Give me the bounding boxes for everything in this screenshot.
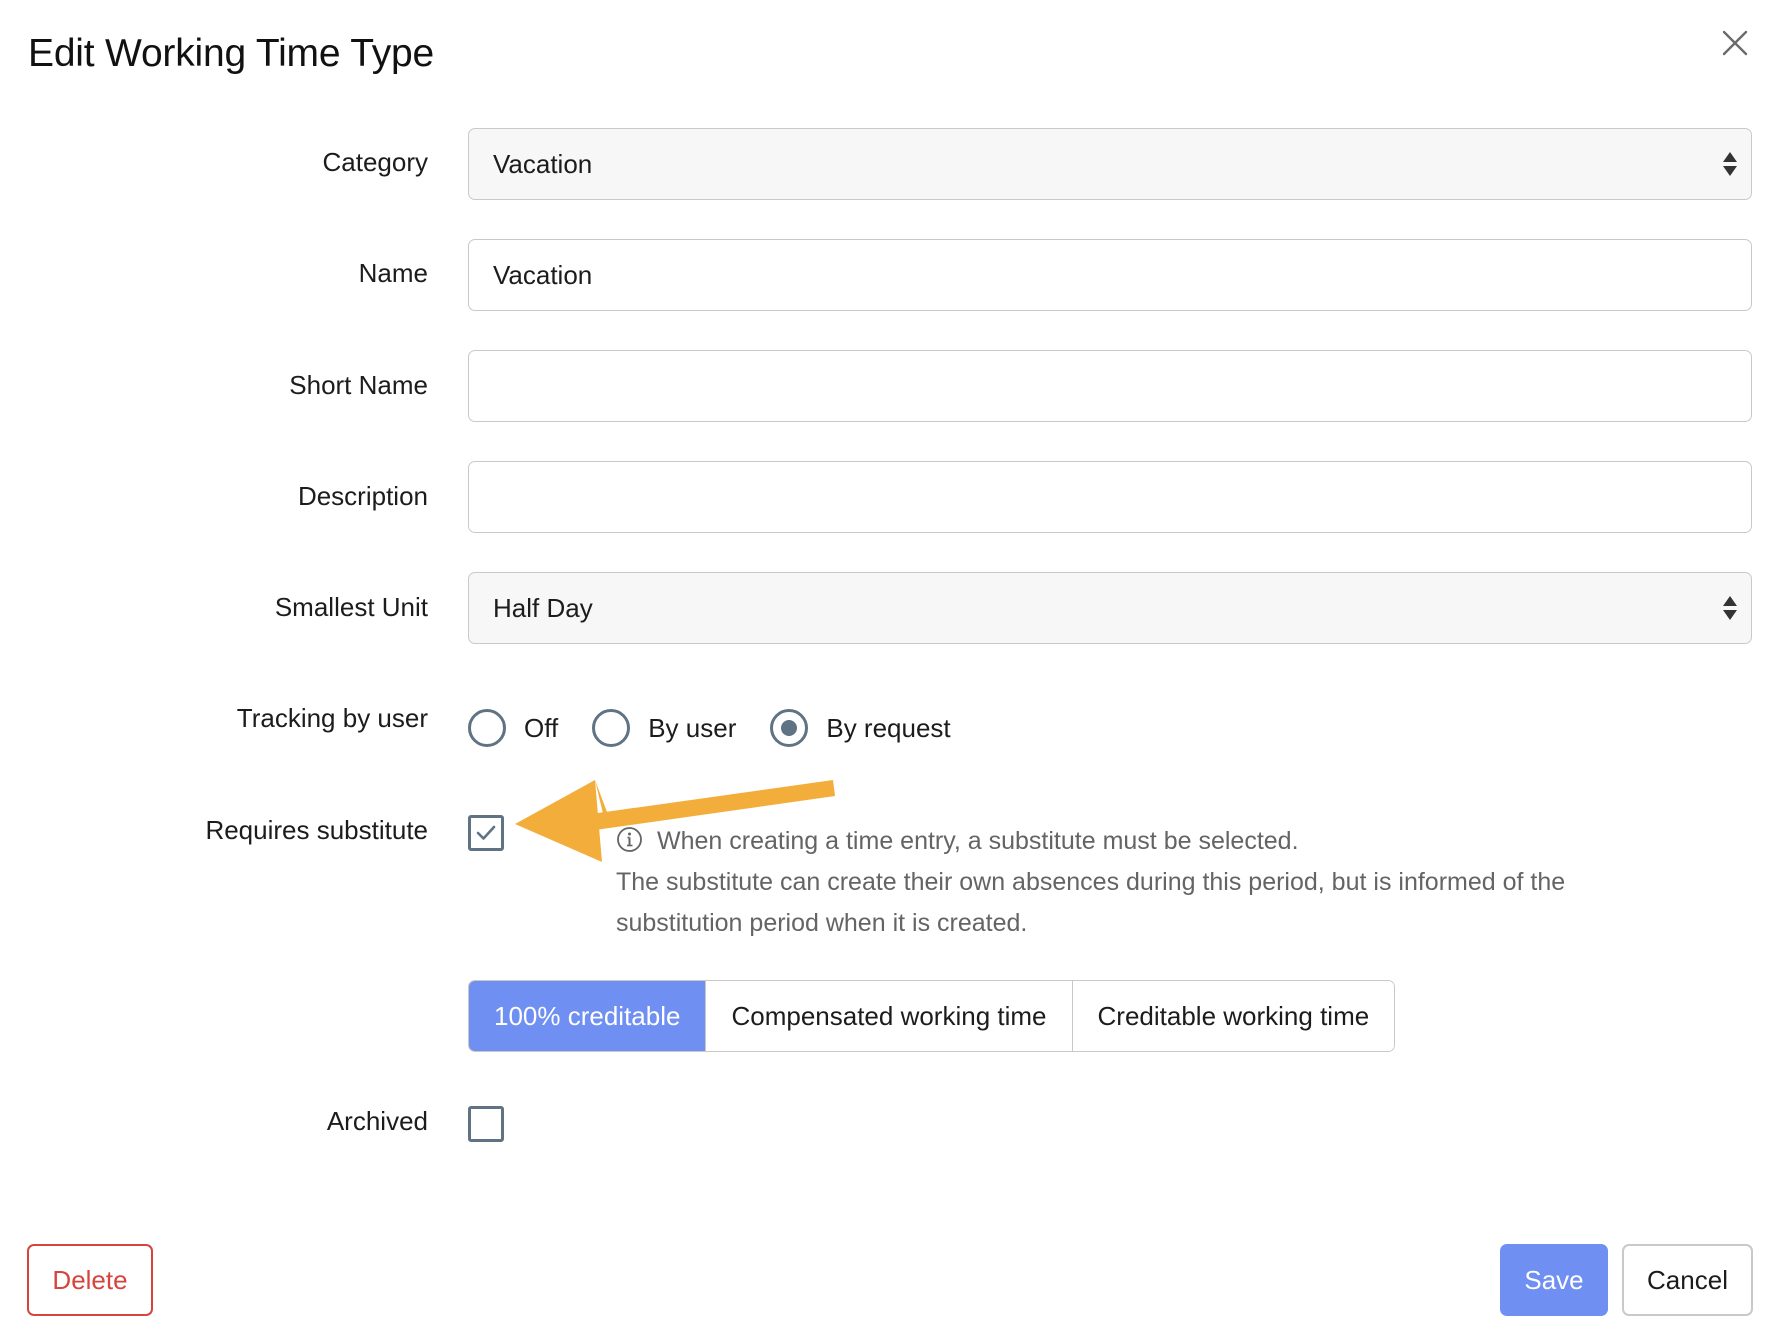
dialog-title: Edit Working Time Type [28, 32, 434, 75]
requires-substitute-hint: When creating a time entry, a substitute… [616, 821, 1656, 944]
smallest-unit-value: Half Day [493, 592, 593, 623]
smallest-unit-label: Smallest Unit [274, 592, 428, 622]
tracking-option-off[interactable]: Off [468, 709, 558, 747]
select-arrows-icon [1723, 596, 1737, 620]
check-icon [476, 825, 496, 840]
close-button[interactable] [1710, 18, 1760, 68]
select-arrows-icon [1723, 152, 1737, 176]
category-value: Vacation [493, 148, 593, 179]
close-icon [1722, 30, 1748, 56]
save-button[interactable]: Save [1500, 1244, 1608, 1316]
edit-working-time-type-dialog: Edit Working Time Type Category Vacation… [0, 0, 1778, 1343]
radio-by-user[interactable] [592, 709, 631, 747]
radio-off-label: Off [524, 712, 559, 743]
radio-by-user-label: By user [648, 712, 737, 743]
name-input[interactable]: Vacation [468, 239, 1752, 311]
name-value: Vacation [493, 259, 593, 290]
tracking-label: Tracking by user [236, 703, 428, 733]
credit-type-segmented-control: 100% creditable Compensated working time… [468, 980, 1396, 1052]
archived-label: Archived [326, 1106, 428, 1136]
hint-line-1: When creating a time entry, a substitute… [657, 827, 1299, 855]
info-icon [617, 827, 642, 852]
credit-type-100-creditable[interactable]: 100% creditable [469, 981, 706, 1051]
radio-by-request[interactable] [770, 709, 809, 747]
description-label: Description [297, 481, 428, 511]
short-name-input[interactable] [468, 350, 1752, 422]
cancel-button[interactable]: Cancel [1622, 1244, 1753, 1316]
archived-checkbox[interactable] [468, 1106, 504, 1142]
delete-button[interactable]: Delete [27, 1244, 153, 1316]
description-input[interactable] [468, 461, 1752, 533]
short-name-label: Short Name [289, 370, 428, 400]
radio-off[interactable] [468, 709, 506, 747]
tracking-option-by-user[interactable]: By user [592, 709, 736, 747]
hint-line-2: The substitute can create their own abse… [616, 868, 1566, 937]
requires-substitute-label: Requires substitute [205, 815, 428, 845]
credit-type-creditable[interactable]: Creditable working time [1071, 981, 1395, 1051]
category-select[interactable]: Vacation [468, 128, 1752, 200]
requires-substitute-checkbox[interactable] [468, 815, 504, 851]
name-label: Name [358, 258, 428, 288]
credit-type-compensated[interactable]: Compensated working time [705, 981, 1072, 1051]
radio-by-request-label: By request [826, 712, 951, 743]
tracking-option-by-request[interactable]: By request [770, 709, 951, 747]
tracking-radio-group: Off By user By request [468, 708, 985, 748]
smallest-unit-select[interactable]: Half Day [468, 572, 1752, 644]
category-label: Category [322, 147, 429, 177]
